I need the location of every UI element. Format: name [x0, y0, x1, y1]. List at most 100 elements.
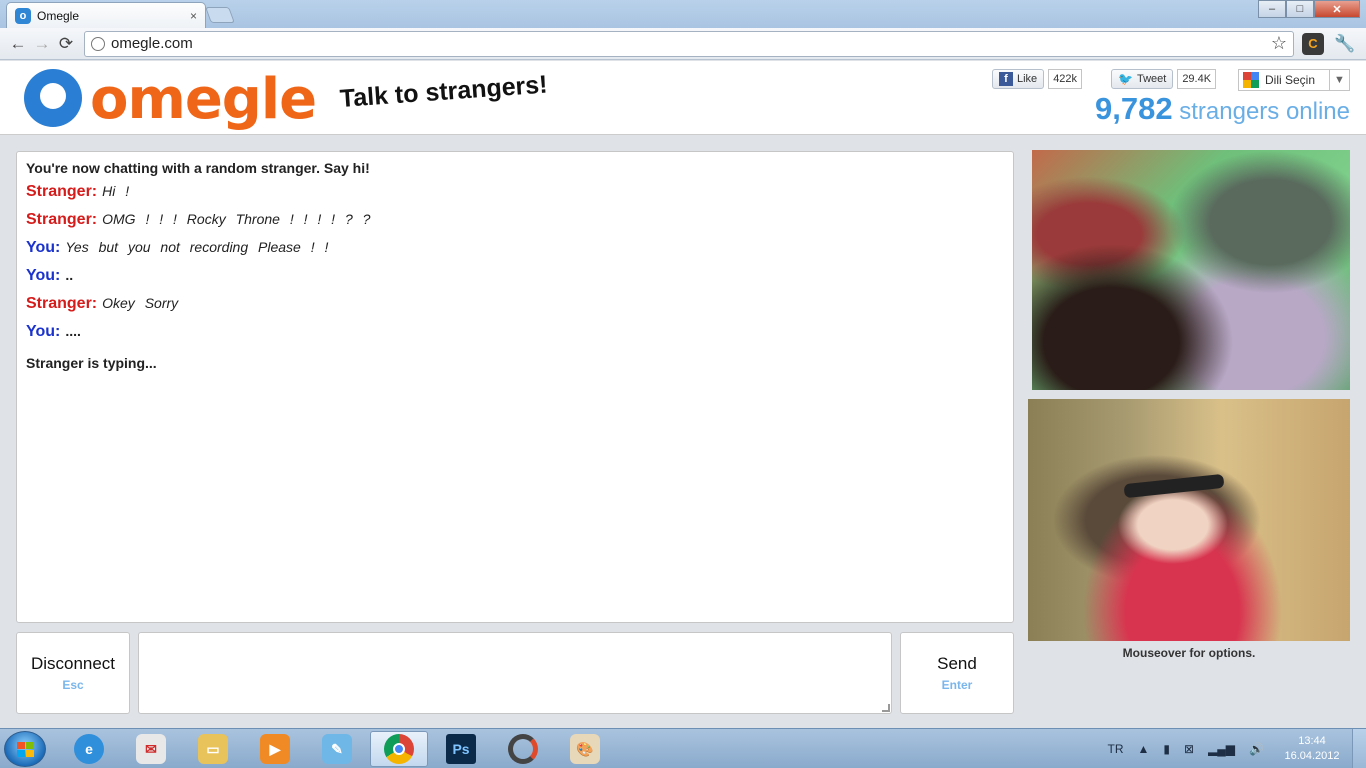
- chat-message: You: ..: [26, 267, 1004, 295]
- message-text: Hi !: [102, 183, 130, 199]
- notepad-icon: ✎: [322, 734, 352, 764]
- language-indicator[interactable]: TR: [1108, 742, 1124, 756]
- close-window-button[interactable]: ✕: [1314, 0, 1360, 18]
- taskbar-paint[interactable]: 🎨: [556, 731, 614, 767]
- back-button[interactable]: ←: [6, 32, 30, 56]
- sunglasses-shape: [1123, 473, 1225, 499]
- taskbar-mail[interactable]: ✉: [122, 731, 180, 767]
- facebook-icon: f: [999, 72, 1013, 86]
- message-sender: You:: [26, 239, 61, 256]
- bookmark-star-icon[interactable]: ☆: [1271, 33, 1287, 54]
- facebook-like: f Like 422k: [992, 69, 1083, 89]
- tweet-count: 29.4K: [1177, 69, 1217, 89]
- mail-icon: ✉: [136, 734, 166, 764]
- language-select-label: Dili Seçin: [1265, 73, 1316, 87]
- online-count: 9,782: [1094, 91, 1173, 126]
- internet-explorer-icon: e: [74, 734, 104, 764]
- media-player-icon: ▶: [260, 734, 290, 764]
- typing-indicator: Stranger is typing...: [26, 355, 157, 371]
- paint-palette-icon: 🎨: [570, 734, 600, 764]
- send-shortcut: Enter: [941, 678, 973, 692]
- show-hidden-icons-icon[interactable]: ▲: [1138, 742, 1150, 756]
- dropdown-arrow-icon: ▼: [1329, 70, 1349, 90]
- wrench-menu-icon[interactable]: 🔧: [1334, 34, 1355, 54]
- disconnect-label: Disconnect: [30, 654, 116, 673]
- disconnect-shortcut: Esc: [62, 678, 84, 692]
- taskbar-ring-app[interactable]: [494, 731, 552, 767]
- omegle-header: omegle Talk to strangers! f Like 422k 🐦 …: [0, 61, 1366, 135]
- send-button[interactable]: Send Enter: [900, 632, 1014, 714]
- language-select[interactable]: Dili Seçin ▼: [1238, 69, 1350, 91]
- disconnect-button[interactable]: Disconnect Esc: [16, 632, 130, 714]
- minimize-button[interactable]: –: [1258, 0, 1286, 18]
- message-text: Yes but you not recording Please ! !: [65, 239, 329, 255]
- chrome-icon: [384, 734, 414, 764]
- taskbar-notepad[interactable]: ✎: [308, 731, 366, 767]
- online-label: strangers online: [1179, 98, 1350, 125]
- message-sender: You:: [26, 267, 61, 284]
- omegle-logo-text: omegle: [90, 67, 317, 132]
- network-signal-icon[interactable]: ▂▄▆: [1208, 742, 1235, 756]
- chat-message: You: Yes but you not recording Please ! …: [26, 239, 1004, 267]
- url-text[interactable]: omegle.com: [111, 35, 1271, 52]
- clock-time: 13:44: [1298, 735, 1326, 747]
- google-translate-icon: [1243, 72, 1259, 88]
- system-clock[interactable]: 13:44 16.04.2012: [1280, 734, 1344, 764]
- photoshop-icon: Ps: [446, 734, 476, 764]
- new-tab-button[interactable]: [205, 7, 235, 23]
- show-desktop-button[interactable]: [1352, 729, 1366, 768]
- globe-icon: [91, 36, 105, 51]
- tab-omegle[interactable]: o Omegle ×: [6, 2, 206, 28]
- twitter-tweet: 🐦 Tweet 29.4K: [1111, 69, 1217, 89]
- chat-message: Stranger: OMG ! ! ! Rocky Throne ! ! ! !…: [26, 211, 1004, 239]
- reload-button[interactable]: ⟳: [54, 32, 78, 56]
- omegle-favicon-icon: o: [15, 7, 31, 24]
- taskbar-chrome[interactable]: [370, 731, 428, 767]
- battery-icon[interactable]: ▮: [1163, 742, 1170, 756]
- windows-logo-icon: [17, 742, 35, 758]
- tagline: Talk to strangers!: [338, 70, 549, 113]
- omegle-logo-icon: [24, 69, 82, 127]
- message-text: ..: [65, 267, 74, 283]
- forward-button[interactable]: →: [30, 32, 54, 56]
- taskbar-internet-explorer[interactable]: e: [60, 731, 118, 767]
- security-icon[interactable]: ⊠: [1184, 742, 1194, 756]
- window-controls: – □ ✕: [1258, 0, 1360, 18]
- like-label: Like: [1017, 73, 1038, 85]
- message-text: Okey Sorry: [102, 295, 179, 311]
- tab-title: Omegle: [37, 8, 80, 23]
- message-input[interactable]: [138, 632, 892, 714]
- browser-toolbar: ← → ⟳ omegle.com ☆ C 🔧: [0, 28, 1366, 60]
- message-sender: Stranger:: [26, 295, 98, 312]
- strangers-online: 9,782 strangers online: [1095, 91, 1350, 127]
- maximize-button[interactable]: □: [1286, 0, 1314, 18]
- address-bar[interactable]: omegle.com ☆: [84, 30, 1294, 57]
- system-tray: TR ▲ ▮ ⊠ ▂▄▆ 🔊 13:44 16.04.2012: [1108, 729, 1366, 768]
- chat-log: You're now chatting with a random strang…: [16, 151, 1014, 623]
- tweet-label: Tweet: [1136, 73, 1167, 85]
- stranger-video[interactable]: [1032, 150, 1350, 390]
- message-sender: Stranger:: [26, 183, 98, 200]
- message-sender: Stranger:: [26, 211, 98, 228]
- chat-status: You're now chatting with a random strang…: [26, 160, 370, 176]
- taskbar-media-player[interactable]: ▶: [246, 731, 304, 767]
- tweet-button[interactable]: 🐦 Tweet: [1111, 69, 1174, 89]
- video-options-hint: Mouseover for options.: [1122, 646, 1256, 660]
- taskbar-photoshop[interactable]: Ps: [432, 731, 490, 767]
- self-video[interactable]: [1028, 399, 1350, 641]
- tab-close-icon[interactable]: ×: [190, 9, 197, 23]
- start-button[interactable]: [4, 731, 46, 767]
- twitter-bird-icon: 🐦: [1118, 72, 1133, 86]
- facebook-like-button[interactable]: f Like: [992, 69, 1045, 89]
- ring-app-icon: [508, 734, 538, 764]
- taskbar-file-explorer[interactable]: ▭: [184, 731, 242, 767]
- windows-taskbar: e ✉ ▭ ▶ ✎ Ps 🎨 TR ▲ ▮ ⊠ ▂▄▆ 🔊 13:44 16.0…: [0, 728, 1366, 768]
- browser-titlebar: o Omegle × – □ ✕: [0, 0, 1366, 28]
- chat-message: You: ....: [26, 323, 1004, 351]
- chat-message: Stranger: Okey Sorry: [26, 295, 1004, 323]
- extension-icon[interactable]: C: [1302, 32, 1324, 55]
- message-text: OMG ! ! ! Rocky Throne ! ! ! ! ? ?: [102, 211, 371, 227]
- chat-message: Stranger: Hi !: [26, 183, 1004, 211]
- clock-date: 16.04.2012: [1284, 750, 1340, 762]
- volume-icon[interactable]: 🔊: [1249, 742, 1264, 756]
